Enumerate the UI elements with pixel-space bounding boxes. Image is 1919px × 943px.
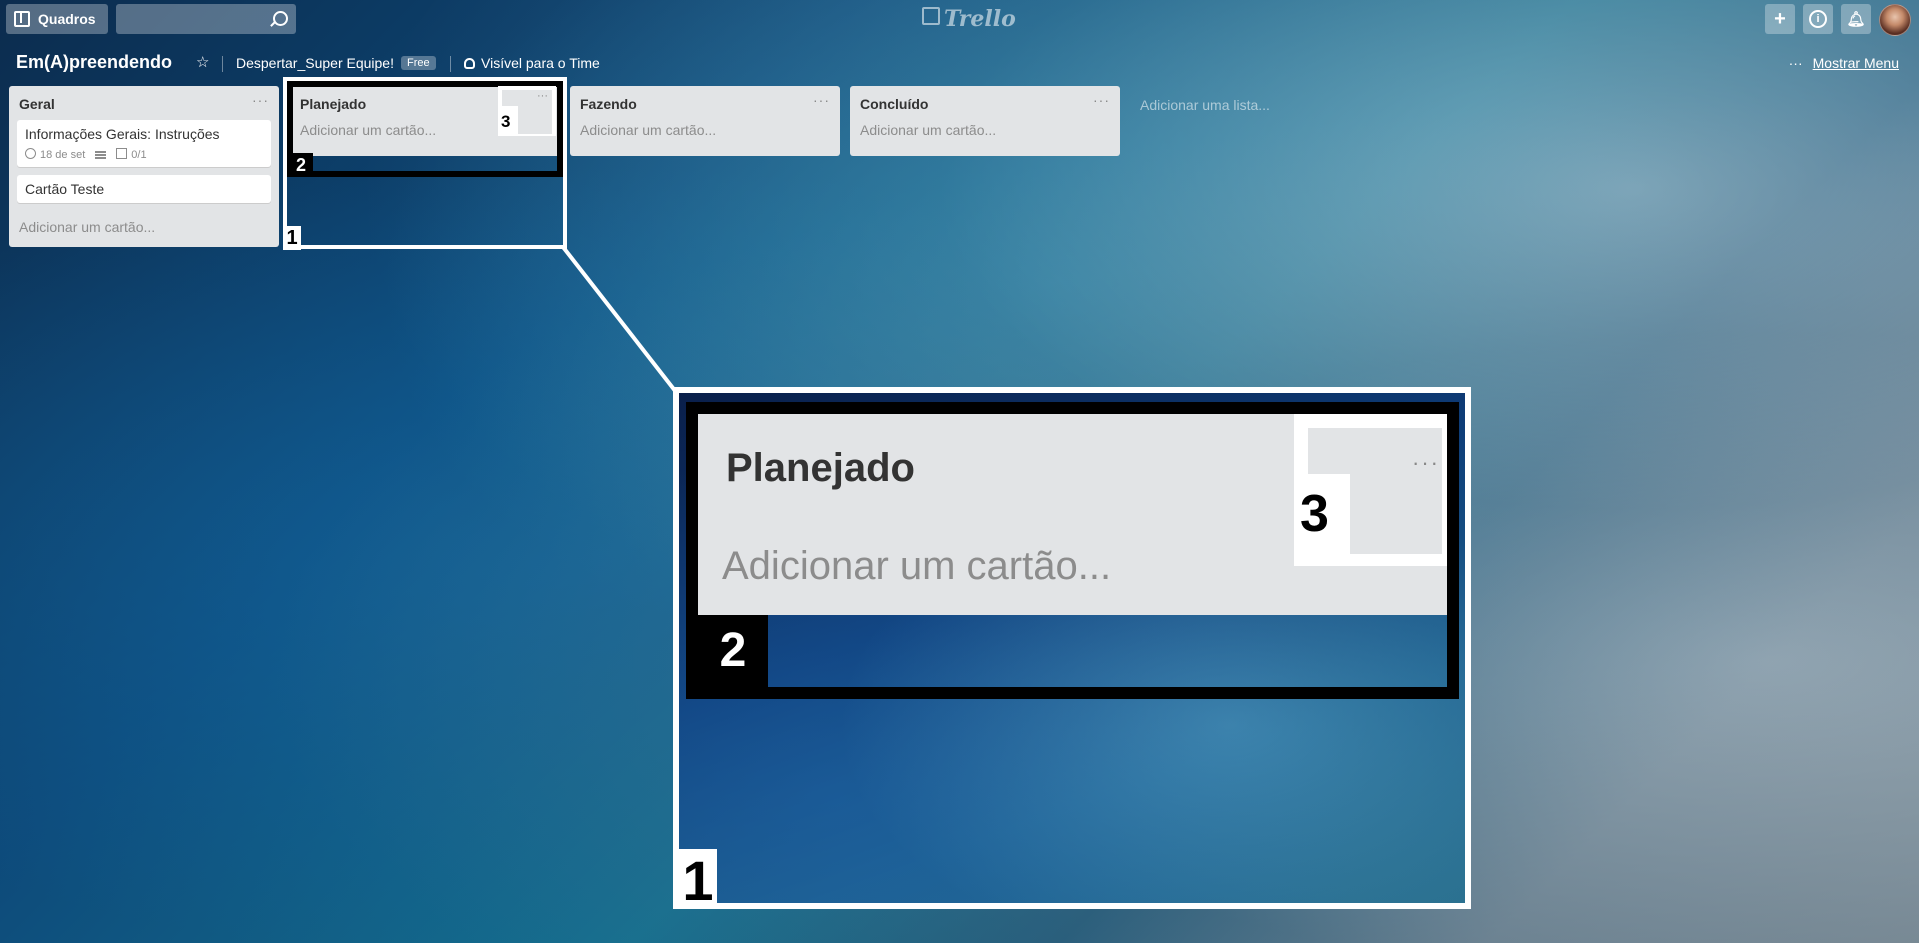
list-title[interactable]: Geral xyxy=(19,96,55,112)
add-card-button[interactable]: Adicionar um cartão... xyxy=(9,211,279,247)
avatar[interactable] xyxy=(1879,4,1911,36)
clock-icon xyxy=(25,148,36,159)
plan-badge: Free xyxy=(401,56,436,70)
search-input[interactable] xyxy=(116,4,296,34)
star-icon[interactable]: ☆ xyxy=(196,53,209,71)
checklist-badge: 0/1 xyxy=(116,148,147,161)
boards-label: Quadros xyxy=(38,11,96,27)
zoom-list-title: Planejado xyxy=(726,446,915,490)
info-button[interactable]: i xyxy=(1803,4,1833,34)
annotation-number-2: 2 xyxy=(289,153,313,177)
boards-icon xyxy=(14,11,30,27)
header-divider xyxy=(222,56,223,72)
zoom-annotation-number-3: 3 xyxy=(1300,485,1329,543)
notifications-button[interactable]: 🔔︎ xyxy=(1841,4,1871,34)
annotation-number-1: 1 xyxy=(283,226,301,250)
due-date-badge: 18 de set xyxy=(25,148,85,161)
visibility-label: Visível para o Time xyxy=(481,55,600,71)
due-date: 18 de set xyxy=(40,149,86,161)
list-menu-icon[interactable]: ··· xyxy=(813,92,830,108)
list-header[interactable]: Geral ··· xyxy=(9,86,279,120)
add-card-button[interactable]: Adicionar um cartão... xyxy=(570,120,840,150)
card[interactable]: Informações Gerais: Instruções 18 de set… xyxy=(17,120,271,167)
list-menu-icon: ··· xyxy=(537,90,548,102)
header-divider xyxy=(450,56,451,72)
checklist-count: 0/1 xyxy=(131,149,147,161)
show-menu-label: Mostrar Menu xyxy=(1812,55,1899,71)
plus-icon: + xyxy=(1774,7,1786,30)
zoom-annotation-number-1: 1 xyxy=(679,849,717,903)
boards-button[interactable]: Quadros xyxy=(6,4,108,34)
annotation-number-3: 3 xyxy=(501,112,511,131)
connector-line xyxy=(561,245,678,394)
list-header[interactable]: Fazendo ··· xyxy=(570,86,840,120)
card[interactable]: Cartão Teste xyxy=(17,175,271,203)
card-title: Informações Gerais: Instruções xyxy=(25,126,220,142)
add-card-button[interactable]: Adicionar um cartão... xyxy=(850,120,1120,150)
team-visibility-icon xyxy=(464,58,475,69)
board-title[interactable]: Em(A)preendendo xyxy=(16,52,172,73)
visibility-button[interactable]: Visível para o Time xyxy=(464,55,600,71)
list-menu-icon[interactable]: ··· xyxy=(1093,92,1110,108)
search-icon[interactable] xyxy=(273,11,288,26)
zoom-add-card: Adicionar um cartão... xyxy=(722,544,1112,588)
zoom-list: Planejado Adicionar um cartão... ··· 3 xyxy=(698,414,1447,615)
zoom-annotation-number-2: 2 xyxy=(698,615,768,687)
bell-icon: 🔔︎ xyxy=(1846,11,1866,28)
list-title[interactable]: Concluído xyxy=(860,96,928,112)
trello-logo[interactable]: Trello xyxy=(922,6,1016,32)
zoom-list-menu-icon: ··· xyxy=(1412,450,1440,475)
show-menu-button[interactable]: ··· Mostrar Menu xyxy=(1789,55,1899,71)
zoom-annotation-box-2: Planejado Adicionar um cartão... ··· 3 2 xyxy=(686,402,1459,699)
logo-text: Trello xyxy=(944,6,1016,32)
top-right-actions: + i 🔔︎ xyxy=(1765,4,1911,36)
list-fazendo: Fazendo ··· Adicionar um cartão... xyxy=(570,86,840,156)
card-badges: 18 de set 0/1 xyxy=(25,148,263,161)
add-list-button[interactable]: Adicionar uma lista... xyxy=(1140,97,1270,113)
annotation-box-3: ··· 3 xyxy=(498,86,556,136)
more-icon: ··· xyxy=(1788,55,1803,71)
zoom-annotation-box-3: ··· 3 xyxy=(1294,414,1447,566)
list-concluido: Concluído ··· Adicionar um cartão... xyxy=(850,86,1120,156)
team-name[interactable]: Despertar_Super Equipe! xyxy=(236,55,394,71)
top-bar: Quadros Trello + i 🔔︎ xyxy=(0,0,1919,38)
list-geral: Geral ··· Informações Gerais: Instruções… xyxy=(9,86,279,247)
add-button[interactable]: + xyxy=(1765,4,1795,34)
trello-logo-icon xyxy=(922,7,940,25)
description-icon xyxy=(95,150,107,159)
checklist-icon xyxy=(116,148,128,159)
list-menu-icon[interactable]: ··· xyxy=(252,92,269,108)
list-title[interactable]: Fazendo xyxy=(580,96,637,112)
list-header[interactable]: Concluído ··· xyxy=(850,86,1120,120)
card-title: Cartão Teste xyxy=(25,181,105,197)
info-icon: i xyxy=(1809,10,1827,28)
zoom-panel: Planejado Adicionar um cartão... ··· 3 2… xyxy=(673,387,1471,909)
